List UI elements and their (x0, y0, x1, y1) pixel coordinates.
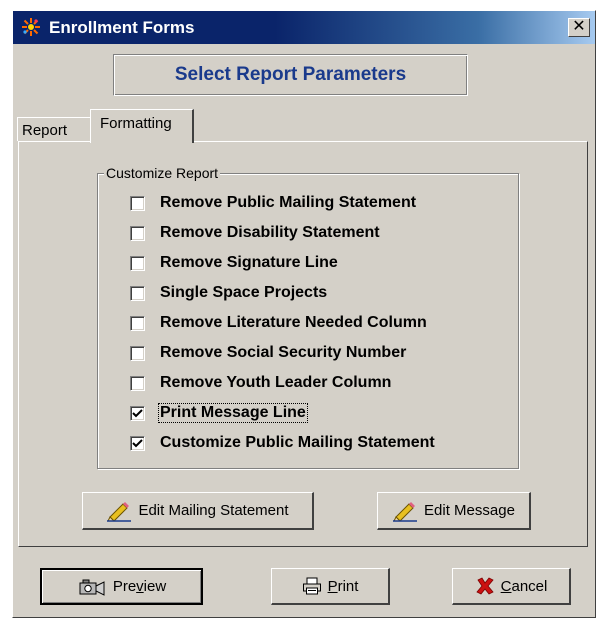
option-print-message-line[interactable]: Print Message Line (130, 401, 308, 425)
option-label: Remove Literature Needed Column (160, 314, 427, 331)
formatting-panel: Customize Report Remove Public Mailing S… (18, 141, 588, 547)
cancel-label: Cancel (500, 577, 548, 595)
edit-message-label: Edit Message (424, 502, 515, 519)
window-title: Enrollment Forms (49, 18, 195, 37)
checkbox[interactable] (130, 255, 145, 271)
enrollment-forms-dialog: Enrollment Forms ✕ Select Report Paramet… (12, 10, 596, 618)
tab-formatting-label: Formatting (100, 115, 172, 132)
pencil-icon (107, 501, 132, 522)
checkbox[interactable] (130, 405, 145, 421)
close-button[interactable]: ✕ (568, 18, 590, 37)
preview-button[interactable]: Preview (40, 568, 203, 605)
option-remove-social-security-number[interactable]: Remove Social Security Number (130, 341, 407, 365)
customize-report-group: Customize Report Remove Public Mailing S… (97, 165, 519, 469)
edit-mailing-statement-label: Edit Mailing Statement (138, 502, 289, 519)
option-label: Single Space Projects (160, 284, 328, 301)
cancel-button[interactable]: Cancel (452, 568, 571, 605)
preview-label: Preview (112, 578, 167, 595)
checkbox[interactable] (130, 285, 145, 301)
pencil-icon (393, 501, 418, 522)
option-label: Print Message Line (158, 403, 308, 423)
sparkle-app-icon (21, 17, 41, 37)
checkbox[interactable] (130, 435, 145, 451)
checkbox[interactable] (130, 315, 145, 331)
check-mark-icon (132, 438, 143, 447)
option-label: Remove Signature Line (160, 254, 338, 271)
option-label: Remove Social Security Number (160, 344, 407, 361)
option-single-space-projects[interactable]: Single Space Projects (130, 281, 328, 305)
checkbox[interactable] (130, 225, 145, 241)
group-legend: Customize Report (104, 165, 221, 181)
option-label: Remove Disability Statement (160, 224, 380, 241)
option-label: Customize Public Mailing Statement (160, 434, 435, 451)
option-label: Remove Youth Leader Column (160, 374, 392, 391)
option-remove-disability-statement[interactable]: Remove Disability Statement (130, 221, 381, 245)
checkbox[interactable] (130, 195, 145, 211)
print-label: Print (327, 577, 359, 595)
option-remove-literature-needed-column[interactable]: Remove Literature Needed Column (130, 311, 428, 335)
option-remove-public-mailing-statement[interactable]: Remove Public Mailing Statement (130, 191, 417, 215)
tab-report-label: Report (22, 122, 68, 139)
print-button[interactable]: Print (271, 568, 390, 605)
tab-formatting[interactable]: Formatting (90, 109, 194, 143)
option-remove-signature-line[interactable]: Remove Signature Line (130, 251, 339, 275)
title-bar[interactable]: Enrollment Forms ✕ (13, 11, 595, 44)
printer-icon (302, 577, 321, 595)
header-title: Select Report Parameters (174, 64, 407, 85)
option-remove-youth-leader-column[interactable]: Remove Youth Leader Column (130, 371, 392, 395)
close-icon: ✕ (572, 18, 586, 35)
option-label: Remove Public Mailing Statement (160, 194, 417, 211)
preview-camera-icon (79, 579, 105, 596)
edit-message-button[interactable]: Edit Message (377, 492, 531, 530)
red-x-icon (476, 577, 494, 595)
checkbox[interactable] (130, 345, 145, 361)
tab-report[interactable]: Report (17, 117, 91, 141)
checkbox[interactable] (130, 375, 145, 391)
report-parameters-header: Select Report Parameters (113, 54, 468, 96)
option-customize-public-mailing-statement[interactable]: Customize Public Mailing Statement (130, 431, 436, 455)
edit-mailing-statement-button[interactable]: Edit Mailing Statement (82, 492, 314, 530)
check-mark-icon (132, 408, 143, 417)
